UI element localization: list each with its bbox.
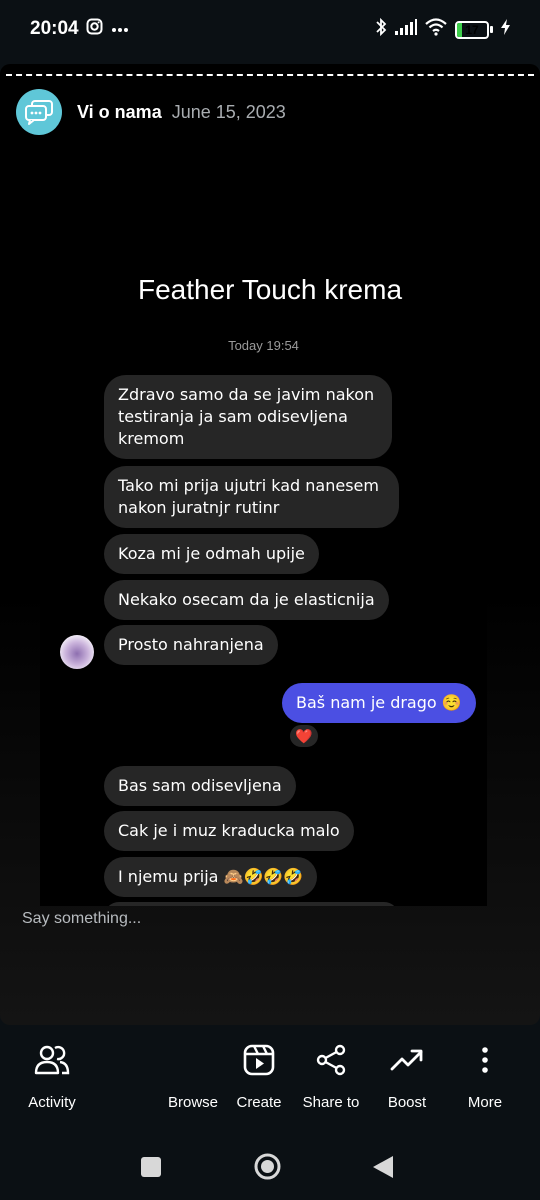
charging-icon	[501, 19, 510, 40]
received-message: Tako mi prija ujutri kad nanesem nakon j…	[104, 466, 399, 528]
story-title: Feather Touch krema	[137, 274, 403, 305]
home-circle-icon	[254, 1153, 281, 1180]
received-message: Cak je i muz kraducka malo	[104, 811, 354, 851]
recent-apps-button[interactable]	[141, 1157, 161, 1182]
share-icon	[315, 1042, 347, 1078]
signal-icon	[395, 19, 417, 40]
trending-icon	[390, 1042, 424, 1078]
instagram-icon	[86, 18, 103, 40]
reels-icon	[243, 1042, 275, 1078]
create-label: Create	[236, 1094, 282, 1111]
post-date: June 15, 2023	[171, 101, 286, 122]
account-name[interactable]: Vi o nama	[77, 102, 162, 123]
more-vertical-icon	[481, 1042, 489, 1078]
share-label: Share to	[302, 1094, 360, 1111]
bluetooth-icon	[375, 17, 387, 42]
chat-screenshot: Today 19:54 Zdravo samo da se javim nako…	[40, 321, 487, 906]
received-message: Koza mi je odmah upije	[104, 534, 319, 574]
received-message: Bas sam odisevljena	[104, 766, 296, 806]
activity-label: Activity	[28, 1094, 76, 1111]
received-message-partial	[104, 902, 399, 906]
status-bar: 20:04 17	[0, 0, 540, 64]
back-triangle-icon	[373, 1156, 393, 1178]
story-progress-bar	[6, 74, 534, 76]
account-avatar[interactable]	[16, 89, 62, 135]
received-message: Nekako osecam da je elasticnija	[104, 580, 389, 620]
received-message: Prosto nahranjena	[104, 625, 278, 665]
browse-label: Browse	[167, 1094, 219, 1111]
sent-message: Baš nam je drago ☺️	[282, 683, 476, 723]
square-icon	[141, 1157, 161, 1177]
boost-label: Boost	[387, 1094, 427, 1111]
people-icon	[34, 1042, 70, 1078]
overflow-dots-icon	[111, 20, 129, 38]
heart-reaction: ❤️	[288, 723, 320, 749]
status-left-icons	[86, 18, 129, 40]
battery-level: 17	[465, 22, 479, 37]
activity-button[interactable]: Activity	[7, 1042, 97, 1111]
more-label: More	[467, 1094, 503, 1111]
system-navigation-bar	[0, 1125, 540, 1200]
more-button[interactable]: More	[440, 1042, 530, 1111]
reply-input[interactable]: Say something...	[22, 910, 141, 928]
battery-icon: 17	[455, 20, 493, 39]
wifi-icon	[425, 18, 447, 41]
back-button[interactable]	[373, 1156, 393, 1183]
received-message: I njemu prija 🙈🤣🤣🤣	[104, 857, 318, 897]
bottom-action-bar: Activity Browse Create Share to Boost Mo…	[0, 1025, 540, 1125]
home-button[interactable]	[254, 1153, 281, 1185]
sender-avatar	[60, 635, 94, 669]
received-message: Zdravo samo da se javim nakon testiranja…	[104, 375, 392, 459]
boost-button[interactable]: Boost	[362, 1042, 452, 1111]
story-viewer[interactable]: Vi o nama June 15, 2023 Feather Touch kr…	[0, 64, 540, 1025]
chat-bubbles-icon	[25, 100, 53, 125]
story-header: Vi o nama June 15, 2023	[16, 89, 286, 135]
status-time: 20:04	[30, 18, 79, 39]
status-right-icons: 17	[375, 17, 510, 42]
chat-timestamp: Today 19:54	[228, 338, 299, 353]
